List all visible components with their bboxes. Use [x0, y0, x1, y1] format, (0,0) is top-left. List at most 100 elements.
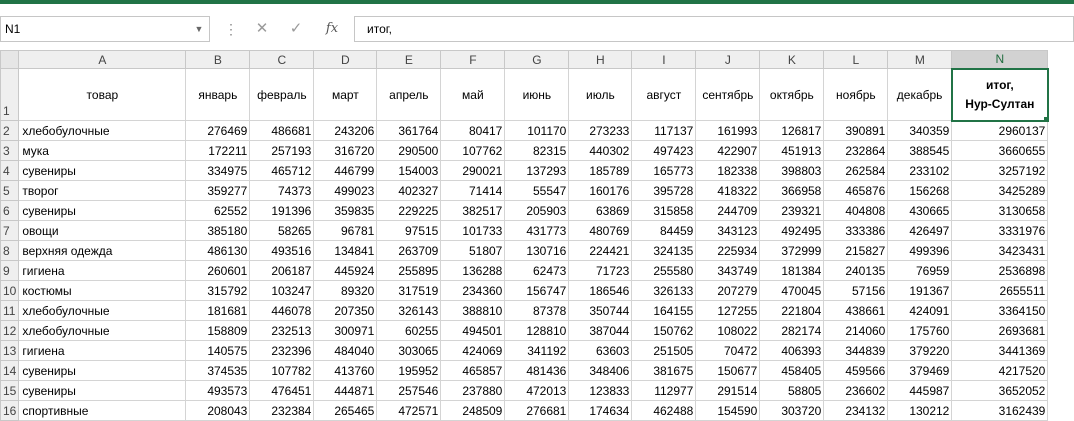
value-cell[interactable]: 446799 — [313, 160, 378, 181]
value-cell[interactable]: 63603 — [568, 340, 633, 361]
value-cell[interactable]: 303720 — [759, 400, 825, 421]
value-cell[interactable]: 265465 — [313, 400, 378, 421]
value-cell[interactable]: 130716 — [504, 240, 570, 261]
product-cell[interactable]: сувениры — [18, 360, 187, 381]
value-cell[interactable]: 445987 — [887, 380, 953, 401]
value-cell[interactable]: 387044 — [568, 320, 633, 341]
value-cell[interactable]: 3331976 — [951, 220, 1049, 241]
value-cell[interactable]: 181384 — [759, 260, 825, 281]
value-cell[interactable]: 108022 — [695, 320, 761, 341]
value-cell[interactable]: 126817 — [759, 120, 825, 141]
value-cell[interactable]: 236602 — [823, 380, 889, 401]
value-cell[interactable]: 237880 — [440, 380, 506, 401]
value-cell[interactable]: 465876 — [823, 180, 889, 201]
value-cell[interactable]: 472013 — [504, 380, 570, 401]
value-cell[interactable]: 3660655 — [951, 140, 1049, 161]
header-cell[interactable]: июнь — [504, 68, 570, 121]
value-cell[interactable]: 343123 — [695, 220, 761, 241]
row-header[interactable]: 2 — [0, 120, 20, 141]
value-cell[interactable]: 379469 — [887, 360, 953, 381]
value-cell[interactable]: 333386 — [823, 220, 889, 241]
value-cell[interactable]: 240135 — [823, 260, 889, 281]
value-cell[interactable]: 359277 — [185, 180, 251, 201]
value-cell[interactable]: 388545 — [887, 140, 953, 161]
header-cell[interactable]: сентябрь — [695, 68, 761, 121]
row-header[interactable]: 14 — [0, 360, 20, 381]
value-cell[interactable]: 324135 — [631, 240, 697, 261]
value-cell[interactable]: 60255 — [376, 320, 442, 341]
row-header[interactable]: 16 — [0, 400, 20, 421]
value-cell[interactable]: 493573 — [185, 380, 251, 401]
column-header-d[interactable]: D — [313, 50, 378, 69]
row-header[interactable]: 10 — [0, 280, 20, 301]
value-cell[interactable]: 62552 — [185, 200, 251, 221]
row-header[interactable]: 4 — [0, 160, 20, 181]
header-cell[interactable]: февраль — [249, 68, 315, 121]
value-cell[interactable]: 2536898 — [951, 260, 1049, 281]
row-header[interactable]: 11 — [0, 300, 20, 321]
value-cell[interactable]: 343749 — [695, 260, 761, 281]
row-header[interactable]: 8 — [0, 240, 20, 261]
value-cell[interactable]: 156747 — [504, 280, 570, 301]
value-cell[interactable]: 499396 — [887, 240, 953, 261]
value-cell[interactable]: 185789 — [568, 160, 633, 181]
header-cell[interactable]: январь — [185, 68, 251, 121]
value-cell[interactable]: 334975 — [185, 160, 251, 181]
value-cell[interactable]: 470045 — [759, 280, 825, 301]
column-header-f[interactable]: F — [440, 50, 506, 69]
value-cell[interactable]: 379220 — [887, 340, 953, 361]
value-cell[interactable]: 82315 — [504, 140, 570, 161]
value-cell[interactable]: 103247 — [249, 280, 315, 301]
column-header-j[interactable]: J — [695, 50, 761, 69]
value-cell[interactable]: 3257192 — [951, 160, 1049, 181]
value-cell[interactable]: 3423431 — [951, 240, 1049, 261]
value-cell[interactable]: 445924 — [313, 260, 378, 281]
value-cell[interactable]: 497423 — [631, 140, 697, 161]
product-cell[interactable]: гигиена — [18, 340, 187, 361]
value-cell[interactable]: 208043 — [185, 400, 251, 421]
value-cell[interactable]: 430665 — [887, 200, 953, 221]
value-cell[interactable]: 172211 — [185, 140, 251, 161]
value-cell[interactable]: 290021 — [440, 160, 506, 181]
value-cell[interactable]: 315792 — [185, 280, 251, 301]
value-cell[interactable]: 424069 — [440, 340, 506, 361]
value-cell[interactable]: 499023 — [313, 180, 378, 201]
value-cell[interactable]: 291514 — [695, 380, 761, 401]
value-cell[interactable]: 260601 — [185, 260, 251, 281]
value-cell[interactable]: 107782 — [249, 360, 315, 381]
value-cell[interactable]: 74373 — [249, 180, 315, 201]
value-cell[interactable]: 101733 — [440, 220, 506, 241]
value-cell[interactable]: 117137 — [631, 120, 697, 141]
row-header[interactable]: 5 — [0, 180, 20, 201]
value-cell[interactable]: 134841 — [313, 240, 378, 261]
value-cell[interactable]: 224421 — [568, 240, 633, 261]
column-header-k[interactable]: K — [759, 50, 825, 69]
value-cell[interactable]: 459566 — [823, 360, 889, 381]
value-cell[interactable]: 422907 — [695, 140, 761, 161]
value-cell[interactable]: 2960137 — [951, 120, 1049, 141]
value-cell[interactable]: 481436 — [504, 360, 570, 381]
product-cell[interactable]: сувениры — [18, 160, 187, 181]
value-cell[interactable]: 486681 — [249, 120, 315, 141]
value-cell[interactable]: 96781 — [313, 220, 378, 241]
product-cell[interactable]: хлебобулочные — [18, 320, 187, 341]
value-cell[interactable]: 472571 — [376, 400, 442, 421]
value-cell[interactable]: 276469 — [185, 120, 251, 141]
value-cell[interactable]: 137293 — [504, 160, 570, 181]
value-cell[interactable]: 444871 — [313, 380, 378, 401]
value-cell[interactable]: 232396 — [249, 340, 315, 361]
column-header-c[interactable]: C — [249, 50, 315, 69]
value-cell[interactable]: 221804 — [759, 300, 825, 321]
column-header-m[interactable]: M — [887, 50, 953, 69]
value-cell[interactable]: 359835 — [313, 200, 378, 221]
value-cell[interactable]: 181681 — [185, 300, 251, 321]
value-cell[interactable]: 326143 — [376, 300, 442, 321]
value-cell[interactable]: 89320 — [313, 280, 378, 301]
value-cell[interactable]: 494501 — [440, 320, 506, 341]
header-cell[interactable]: ноябрь — [823, 68, 889, 121]
value-cell[interactable]: 136288 — [440, 260, 506, 281]
value-cell[interactable]: 186546 — [568, 280, 633, 301]
value-cell[interactable]: 486130 — [185, 240, 251, 261]
value-cell[interactable]: 207279 — [695, 280, 761, 301]
value-cell[interactable]: 229225 — [376, 200, 442, 221]
